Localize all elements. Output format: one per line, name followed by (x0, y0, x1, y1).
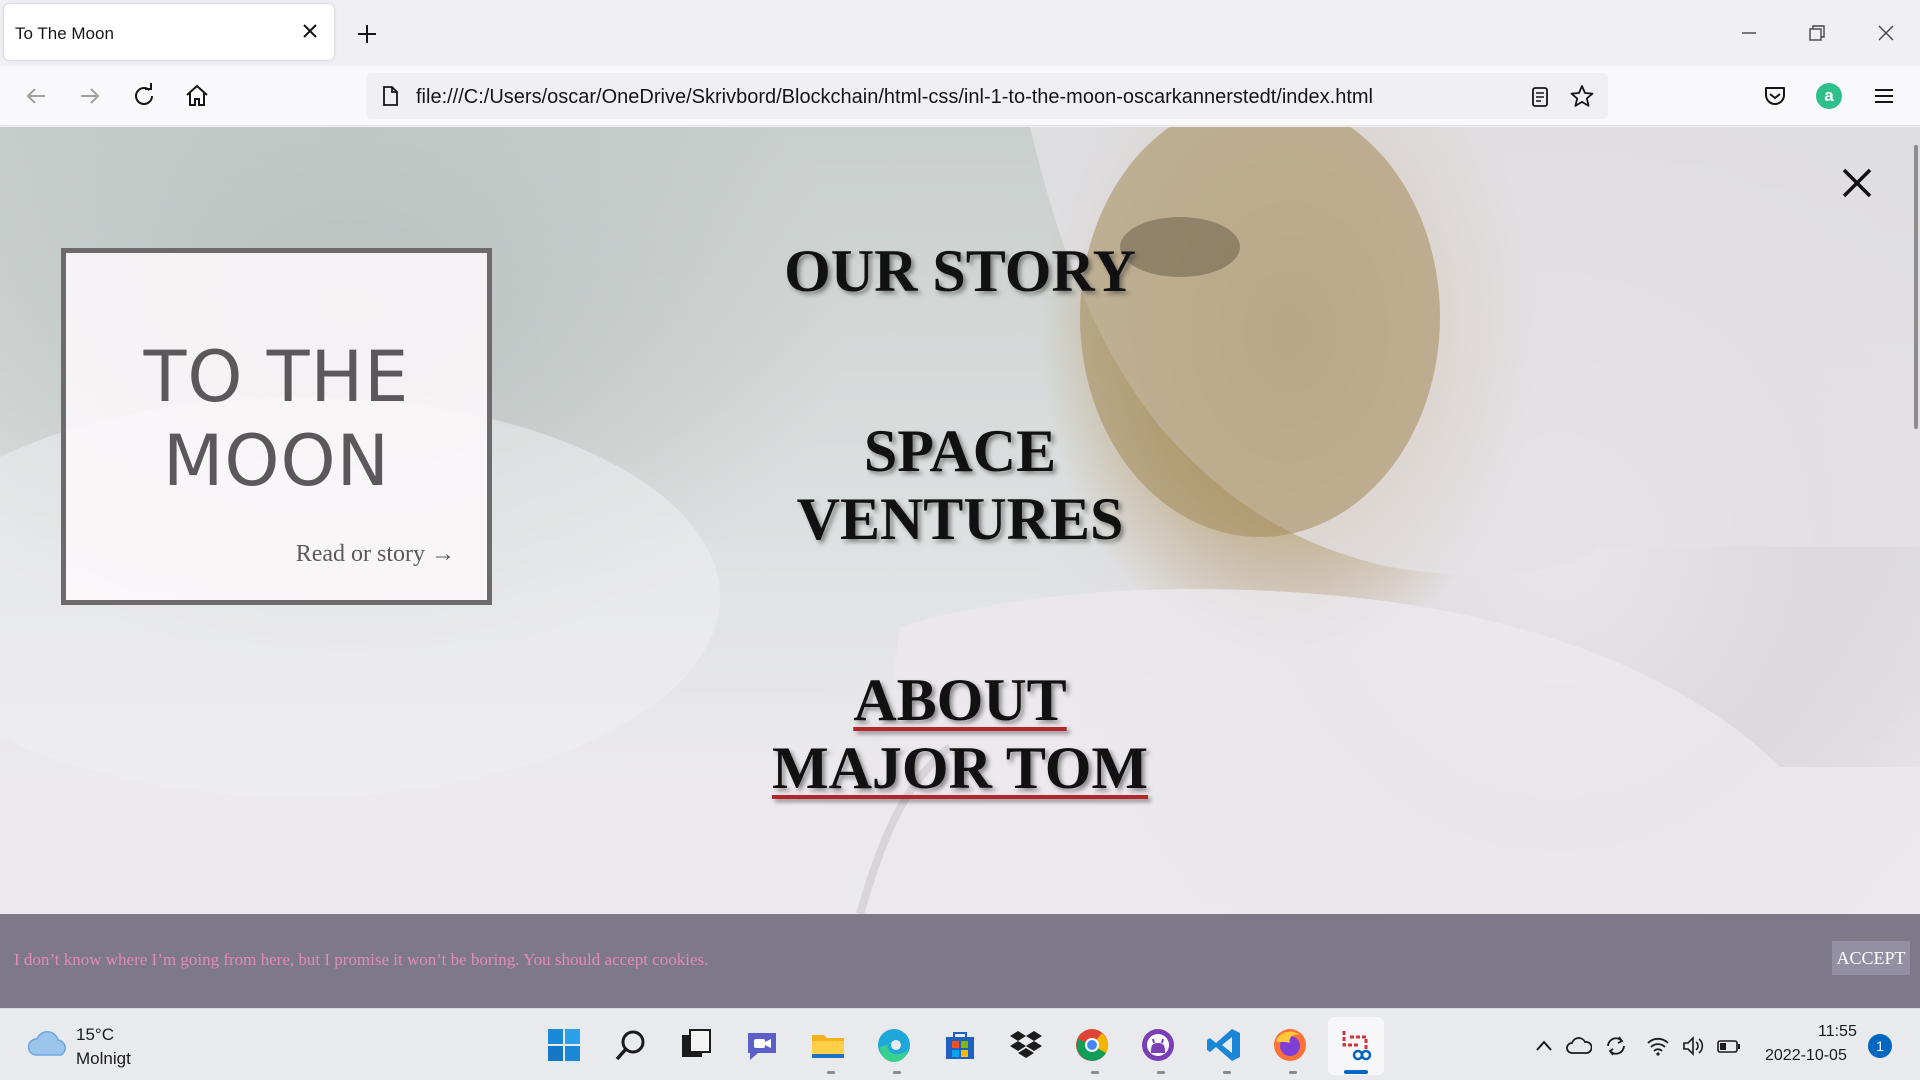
chrome-icon[interactable] (1072, 1025, 1112, 1065)
close-tab-icon[interactable] (298, 19, 322, 43)
task-view-icon[interactable] (676, 1025, 716, 1065)
menu-link-space-ventures[interactable]: SPACE VENTURES (660, 417, 1260, 553)
account-avatar[interactable]: a (1816, 83, 1842, 109)
browser-tab[interactable]: To The Moon (4, 4, 334, 60)
edge-running-indicator (893, 1071, 901, 1074)
windows-taskbar: 15°C Molnigt 11:55 2022-10-05 1 (0, 1008, 1920, 1080)
reload-icon[interactable] (128, 80, 160, 112)
dropbox-icon[interactable] (1006, 1025, 1046, 1065)
hero-card: TO THE MOON Read or story → (61, 248, 492, 605)
cookie-message: I don’t know where I’m going from here, … (14, 950, 709, 969)
windows-start-icon[interactable] (544, 1025, 584, 1065)
onedrive-cloud-icon[interactable] (1566, 1033, 1592, 1059)
hero-title-line-2: MOON (163, 420, 390, 502)
menu-hamburger-icon[interactable] (1868, 80, 1900, 112)
teams-chat-icon[interactable] (742, 1025, 782, 1065)
forward-arrow-icon[interactable] (74, 80, 106, 112)
vscode-running-indicator (1223, 1071, 1231, 1074)
close-window-icon[interactable] (1871, 18, 1901, 48)
snipping-tool-icon[interactable] (1336, 1025, 1376, 1065)
volume-icon[interactable] (1680, 1033, 1706, 1059)
firefox-running-indicator (1289, 1071, 1297, 1074)
cookie-banner: I don’t know where I’m going from here, … (0, 914, 1920, 1008)
github-desktop-icon[interactable] (1138, 1025, 1178, 1065)
accept-cookies-button[interactable]: ACCEPT (1832, 941, 1910, 975)
scrollbar-thumb[interactable] (1914, 145, 1918, 429)
address-bar[interactable]: file:///C:/Users/oscar/OneDrive/Skrivbor… (366, 73, 1608, 119)
menu-label-our-story: OUR STORY (784, 238, 1136, 304)
new-tab-icon[interactable] (353, 20, 381, 48)
file-explorer-icon[interactable] (808, 1025, 848, 1065)
tab-title: To The Moon (15, 24, 114, 43)
navigation-toolbar: file:///C:/Users/oscar/OneDrive/Skrivbor… (0, 66, 1920, 126)
back-arrow-icon[interactable] (20, 80, 52, 112)
battery-icon[interactable] (1716, 1033, 1742, 1059)
minimize-window-icon[interactable] (1734, 18, 1764, 48)
explorer-running-indicator (827, 1071, 835, 1074)
menu-label-ventures: VENTURES (796, 486, 1124, 552)
vscode-icon[interactable] (1204, 1025, 1244, 1065)
chrome-running-indicator (1091, 1071, 1099, 1074)
chevron-up-icon[interactable] (1531, 1033, 1557, 1059)
sync-icon[interactable] (1603, 1033, 1629, 1059)
url-text[interactable]: file:///C:/Users/oscar/OneDrive/Skrivbor… (416, 86, 1373, 109)
menu-label-about: ABOUT (853, 667, 1067, 733)
pocket-icon[interactable] (1759, 80, 1791, 112)
restore-window-icon[interactable] (1802, 18, 1832, 48)
page-icon (383, 86, 398, 106)
read-story-link[interactable]: Read or story → (296, 541, 455, 568)
weather-description[interactable]: Molnigt (76, 1049, 131, 1069)
bookmark-star-icon[interactable] (1569, 83, 1595, 109)
firefox-icon[interactable] (1270, 1025, 1310, 1065)
snipping-active-indicator (1344, 1070, 1368, 1074)
search-icon[interactable] (611, 1025, 651, 1065)
menu-link-our-story[interactable]: OUR STORY (660, 237, 1260, 305)
clock-date[interactable]: 2022-10-05 (1765, 1047, 1847, 1065)
edge-browser-icon[interactable] (874, 1025, 914, 1065)
clock-time[interactable]: 11:55 (1818, 1023, 1857, 1041)
hero-title: TO THE MOON (66, 335, 487, 503)
tab-bar: To The Moon (0, 0, 1920, 66)
github-running-indicator (1157, 1071, 1165, 1074)
page-viewport: TO THE MOON Read or story → OUR STORY SP… (0, 127, 1920, 1008)
cloud-icon[interactable] (26, 1029, 70, 1059)
hero-title-line-1: TO THE (143, 336, 410, 418)
reader-view-icon[interactable] (1528, 85, 1552, 109)
menu-label-space: SPACE (863, 418, 1057, 484)
menu-label-major-tom: MAJOR TOM (771, 735, 1149, 801)
notification-badge[interactable]: 1 (1868, 1034, 1892, 1058)
menu-link-about-major-tom[interactable]: ABOUT MAJOR TOM (660, 666, 1260, 802)
close-menu-icon[interactable] (1840, 166, 1874, 200)
home-icon[interactable] (181, 80, 213, 112)
wifi-icon[interactable] (1645, 1033, 1671, 1059)
weather-temperature[interactable]: 15°C (76, 1025, 114, 1045)
microsoft-store-icon[interactable] (940, 1025, 980, 1065)
